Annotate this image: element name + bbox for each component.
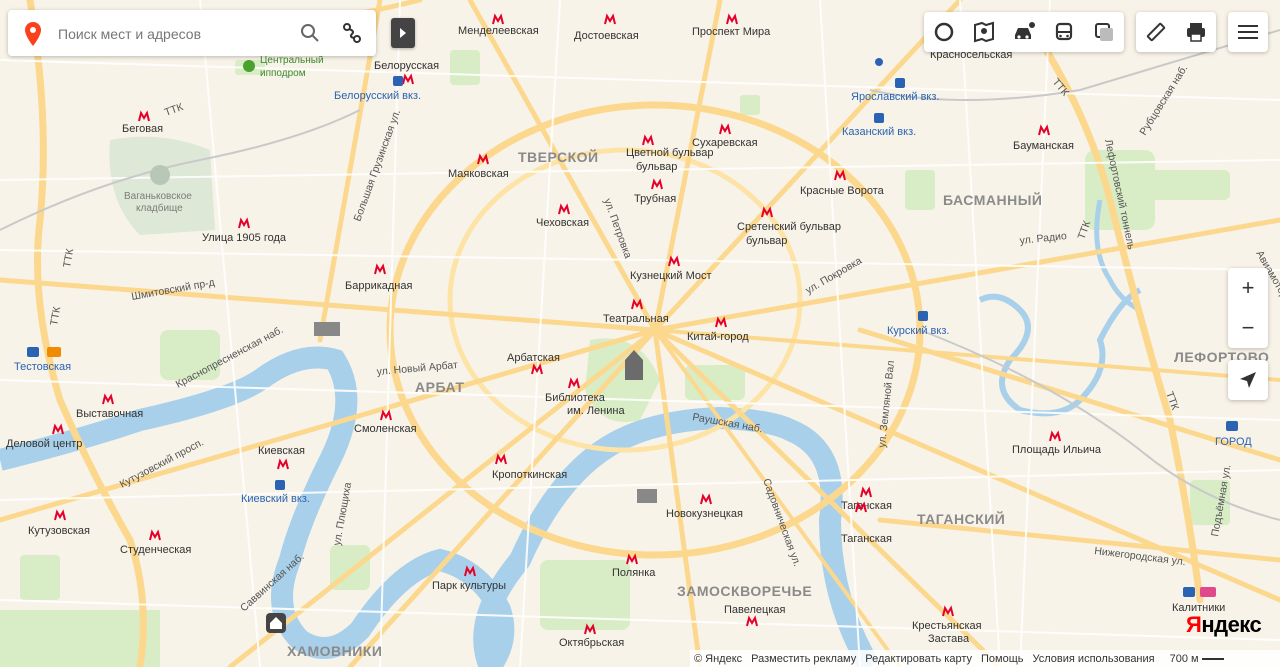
metro-label: Площадь Ильича (1012, 444, 1102, 456)
svg-text:им. Ленина: им. Ленина (567, 405, 625, 417)
metro-label: Павелецкая (724, 604, 786, 616)
metro-label: Маяковская (448, 168, 509, 180)
district-zamoskvorechye: ЗАМОСКВОРЕЧЬЕ (677, 583, 812, 599)
svg-text:кладбище: кладбище (136, 202, 183, 214)
zoom-out-button[interactable]: − (1228, 308, 1268, 348)
metro-label: Таганская (841, 533, 892, 545)
svg-text:бульвар: бульвар (746, 235, 787, 247)
metro-label: Киевская (258, 445, 305, 457)
rail-station-label: Курский вкз. (887, 325, 949, 337)
svg-text:Застава: Застава (928, 633, 970, 645)
metro-label: Баррикадная (345, 280, 412, 292)
copyright-text: © Яндекс (694, 652, 743, 665)
metro-label: Кутузовская (28, 525, 90, 537)
metro-label: Менделеевская (458, 25, 539, 37)
panorama-icon[interactable] (964, 12, 1004, 52)
map-footer: © Яндекс Разместить рекламу Редактироват… (690, 650, 1280, 667)
metro-label: Беговая (122, 123, 163, 135)
metro-label: Выставочная (76, 408, 143, 420)
hippodrome-icon (243, 60, 255, 72)
metro-label: Новокузнецкая (666, 508, 743, 520)
metro-label: Крестьянская (912, 620, 982, 632)
metro-label: Октябрьская (559, 637, 624, 649)
search-icon[interactable] (298, 21, 322, 45)
landmark-label: Ваганьковское (124, 191, 192, 202)
metro-label: Сретенский бульвар (737, 221, 841, 233)
metro-label: Студенческая (120, 544, 191, 556)
rail-station-label: Казанский вкз. (842, 126, 916, 138)
terms-link[interactable]: Условия использования (1033, 653, 1155, 665)
help-link[interactable]: Помощь (981, 653, 1024, 665)
search-input[interactable] (56, 20, 290, 48)
edit-map-link[interactable]: Редактировать карту (865, 653, 972, 665)
svg-text:бульвар: бульвар (636, 161, 677, 173)
layers-toggle-icon[interactable] (1084, 12, 1124, 52)
ads-link[interactable]: Разместить рекламу (751, 653, 856, 665)
transit-icon[interactable] (1044, 12, 1084, 52)
layers-icon[interactable] (924, 12, 964, 52)
rail-station-label: Киевский вкз. (241, 493, 310, 505)
traffic-icon[interactable] (1004, 12, 1044, 52)
map-canvas[interactable]: ТВЕРСКОЙ БАСМАННЫЙ АРБАТ ЛЕФОРТОВО ТАГАН… (0, 0, 1280, 667)
district-khamovniki: ХАМОВНИКИ (287, 643, 382, 659)
metro-label: Достоевская (574, 30, 639, 42)
church-icon (637, 489, 657, 503)
district-tverskoy: ТВЕРСКОЙ (518, 148, 599, 165)
location-arrow-icon (1240, 372, 1256, 388)
route-icon[interactable] (340, 21, 364, 45)
zoom-in-button[interactable]: + (1228, 268, 1268, 308)
metro-label: Библиотека (545, 392, 606, 404)
scale-bar: 700 м (1170, 653, 1224, 665)
svg-text:ипподром: ипподром (260, 68, 306, 79)
metro-label: Китай-город (687, 331, 749, 343)
metro-label: Бауманская (1013, 140, 1074, 152)
metro-label: Арбатская (507, 352, 560, 364)
building-icon (314, 322, 340, 336)
district-tagansky: ТАГАНСКИЙ (917, 510, 1005, 527)
map-layers-toolbar (924, 12, 1124, 52)
metro-label: Кропоткинская (492, 469, 567, 481)
geolocation-button[interactable] (1228, 360, 1268, 400)
cemetery-icon (150, 165, 170, 185)
rail-station-label: Ярославский вкз. (851, 91, 939, 103)
metro-label: Смоленская (354, 423, 417, 435)
metro-label: Полянка (612, 567, 656, 579)
home-icon (266, 613, 286, 633)
metro-label: Чеховская (536, 217, 589, 229)
metro-label: Улица 1905 года (202, 232, 287, 244)
yandex-pin-icon (25, 22, 41, 46)
search-box (8, 10, 376, 56)
menu-icon (1228, 12, 1268, 52)
poi-dot-icon (875, 58, 883, 66)
landmark-label: Центральный (260, 55, 324, 66)
district-arbat: АРБАТ (415, 379, 464, 395)
ruler-icon[interactable] (1136, 12, 1176, 52)
metro-label: Проспект Мира (692, 26, 771, 38)
metro-label: Сухаревская (692, 137, 758, 149)
rail-station-label: Тестовская (14, 361, 71, 373)
tools-toolbar (1136, 12, 1216, 52)
menu-button[interactable] (1228, 12, 1268, 52)
print-icon[interactable] (1176, 12, 1216, 52)
metro-label: Парк культуры (432, 580, 506, 592)
metro-label: Деловой центр (6, 438, 82, 450)
metro-label: Трубная (634, 193, 676, 205)
rail-station-label: ГОРОД (1215, 436, 1252, 448)
chevron-right-icon (400, 28, 406, 38)
metro-label: Красные Ворота (800, 185, 885, 197)
zoom-control: + − (1228, 268, 1268, 348)
district-basmanny: БАСМАННЫЙ (943, 191, 1042, 208)
metro-label: Белорусская (374, 60, 439, 72)
rail-station-label: Белорусский вкз. (334, 90, 421, 102)
metro-label: Театральная (603, 313, 669, 325)
yandex-logo: Яндекс (1186, 612, 1262, 637)
expand-panel-button[interactable] (391, 18, 415, 48)
metro-label: Кузнецкий Мост (630, 270, 712, 282)
